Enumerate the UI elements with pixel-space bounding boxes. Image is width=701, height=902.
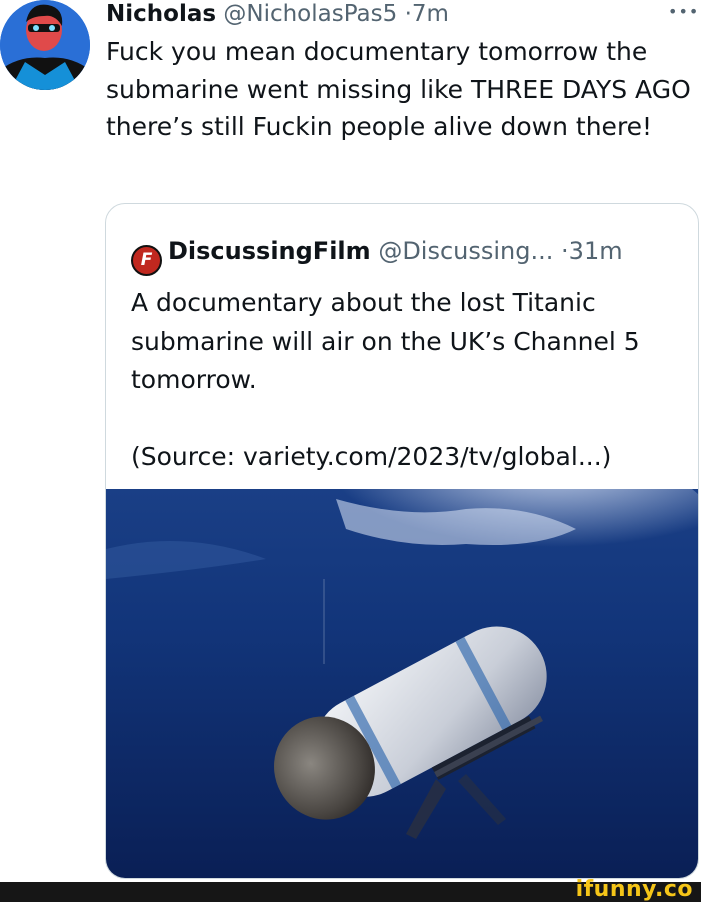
submarine-image bbox=[106, 439, 698, 878]
quoted-tweet[interactable]: F DiscussingFilm @Discussing... ·31m A do… bbox=[105, 203, 699, 879]
separator: · bbox=[404, 1, 412, 27]
quoted-tweet-source: (Source: variety.com/2023/tv/global...) bbox=[131, 442, 612, 471]
author-name[interactable]: Nicholas bbox=[106, 1, 216, 27]
tweet-text: Fuck you mean documentary tomorrow the s… bbox=[106, 37, 691, 141]
avatar[interactable] bbox=[0, 0, 90, 90]
submarine-photo[interactable] bbox=[106, 439, 698, 878]
more-options-icon[interactable]: ••• bbox=[668, 0, 699, 24]
ifunny-watermark: ifunny.co bbox=[575, 877, 693, 902]
separator: · bbox=[561, 237, 569, 265]
discussingfilm-logo-icon: F bbox=[131, 245, 162, 276]
avatar-image bbox=[0, 0, 90, 90]
quoted-tweet-text: A documentary about the lost Titanic sub… bbox=[131, 288, 640, 394]
quoted-author-name: DiscussingFilm bbox=[168, 237, 371, 265]
author-handle[interactable]: @NicholasPas5 bbox=[223, 1, 397, 27]
quoted-tweet-header: F DiscussingFilm @Discussing... ·31m bbox=[131, 235, 623, 276]
quoted-tweet-time: 31m bbox=[568, 237, 623, 265]
quoted-author-handle: @Discussing... bbox=[378, 237, 554, 265]
tweet-time[interactable]: 7m bbox=[412, 1, 449, 27]
tweet-header: Nicholas @NicholasPas5 ·7m bbox=[106, 0, 449, 28]
